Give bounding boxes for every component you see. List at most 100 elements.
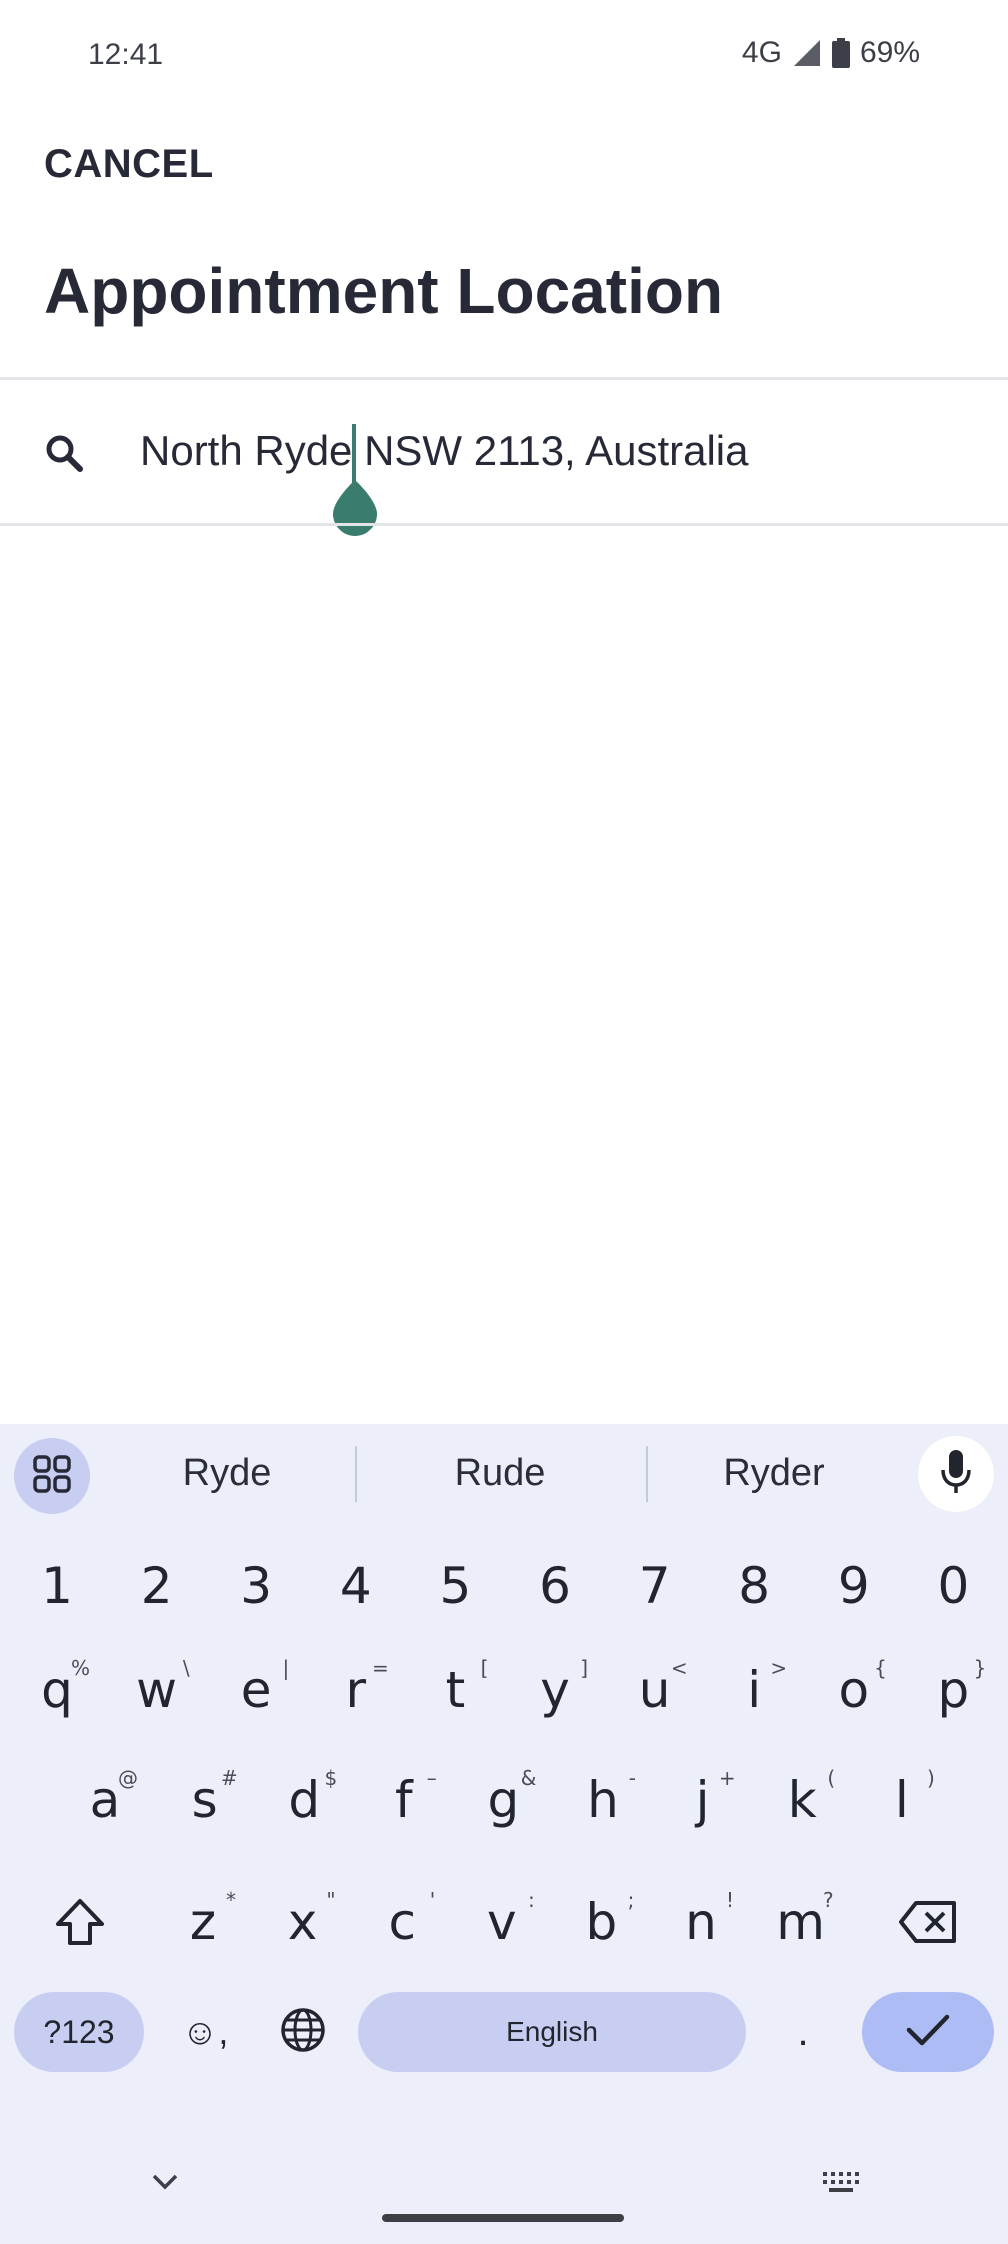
key-2[interactable]: 2 — [112, 1536, 202, 1636]
home-indicator[interactable] — [382, 2214, 624, 2222]
key-hint: $ — [324, 1766, 338, 1790]
key-label: e — [240, 1661, 272, 1719]
key-i[interactable]: i > — [709, 1640, 799, 1740]
search-bar[interactable]: North Ryde NSW 2113, Australia — [0, 381, 1008, 523]
key-a[interactable]: a @ — [60, 1750, 150, 1850]
key-d[interactable]: d $ — [259, 1750, 349, 1850]
key-h[interactable]: h- — [558, 1750, 648, 1850]
key-label: t — [445, 1661, 466, 1719]
apps-grid-button[interactable] — [14, 1438, 90, 1514]
key-hint: ! — [725, 1888, 734, 1912]
key-g[interactable]: g & — [458, 1750, 548, 1850]
key-x[interactable]: x " — [258, 1872, 348, 1972]
key-0[interactable]: 0 — [908, 1536, 998, 1636]
key-label: v — [487, 1893, 517, 1951]
key-b[interactable]: b; — [556, 1872, 646, 1972]
key-label: 4 — [339, 1557, 372, 1615]
key-p[interactable]: p} — [908, 1640, 998, 1740]
key-hint: ( — [827, 1766, 836, 1790]
key-9[interactable]: 9 — [809, 1536, 899, 1636]
symbols-key[interactable]: ?123 — [14, 1992, 144, 2072]
key-f[interactable]: f – — [359, 1750, 449, 1850]
key-hint: : — [528, 1888, 535, 1912]
key-m[interactable]: m? — [756, 1872, 846, 1972]
key-label: 6 — [539, 1557, 571, 1615]
key-label: s — [191, 1771, 218, 1829]
key-label: 8 — [738, 1557, 771, 1615]
enter-key[interactable] — [862, 1992, 994, 2072]
key-q[interactable]: q% — [12, 1640, 102, 1740]
key-8[interactable]: 8 — [709, 1536, 799, 1636]
backspace-key[interactable] — [878, 1874, 978, 1974]
suggestion-2[interactable]: Rude — [380, 1452, 620, 1495]
key-label: n — [685, 1893, 717, 1951]
keyboard-switch-button[interactable] — [816, 2164, 866, 2204]
shift-key[interactable] — [30, 1874, 130, 1974]
key-t[interactable]: t[ — [410, 1640, 500, 1740]
suggestion-1[interactable]: Ryde — [107, 1452, 347, 1495]
key-hint: % — [70, 1656, 90, 1680]
status-time: 12:41 — [88, 38, 164, 71]
cursor-handle[interactable] — [333, 480, 377, 541]
page-title: Appointment Location — [44, 255, 724, 327]
suggestion-separator — [355, 1446, 357, 1502]
key-n[interactable]: n! — [656, 1872, 746, 1972]
key-e[interactable]: e | — [211, 1640, 301, 1740]
key-label: w — [136, 1661, 178, 1719]
key-label: 5 — [439, 1557, 472, 1615]
period-key[interactable]: . — [768, 1992, 838, 2072]
grid-icon — [33, 1454, 71, 1498]
key-w[interactable]: w \ — [112, 1640, 202, 1740]
key-u[interactable]: u < — [610, 1640, 700, 1740]
key-y[interactable]: y] — [510, 1640, 600, 1740]
key-hint: ? — [822, 1888, 834, 1912]
key-7[interactable]: 7 — [610, 1536, 700, 1636]
key-r[interactable]: r = — [311, 1640, 401, 1740]
key-o[interactable]: o{ — [809, 1640, 899, 1740]
emoji-key[interactable]: ☺, — [170, 1992, 240, 2072]
search-input[interactable]: North Ryde NSW 2113, Australia — [140, 427, 749, 475]
keyboard-icon — [821, 2170, 861, 2199]
key-label: a — [89, 1771, 121, 1829]
space-key[interactable]: English — [358, 1992, 746, 2072]
shift-icon — [54, 1898, 106, 1951]
key-label: c — [388, 1893, 416, 1951]
key-k[interactable]: k( — [757, 1750, 847, 1850]
key-6[interactable]: 6 — [510, 1536, 600, 1636]
hide-keyboard-button[interactable] — [140, 2164, 190, 2204]
key-5[interactable]: 5 — [410, 1536, 500, 1636]
voice-input-button[interactable] — [918, 1436, 994, 1512]
key-s[interactable]: s # — [160, 1750, 250, 1850]
network-type: 4G — [741, 36, 782, 69]
key-label: y — [540, 1661, 570, 1719]
key-hint: # — [220, 1766, 238, 1790]
text-cursor — [352, 424, 356, 484]
microphone-icon — [941, 1449, 971, 1499]
key-j[interactable]: j + — [658, 1750, 748, 1850]
soft-keyboard: Ryde Rude Ryder 1 2 3 4 5 6 7 8 9 0 q% w \ e | r = t[y] u <… — [0, 1424, 1008, 2244]
key-4[interactable]: 4 — [311, 1536, 401, 1636]
key-label: j — [695, 1771, 710, 1829]
suggestion-separator — [646, 1446, 648, 1502]
language-key[interactable] — [268, 1992, 338, 2072]
key-hint: } — [973, 1656, 987, 1680]
key-hint: ; — [627, 1888, 635, 1912]
key-label: k — [787, 1771, 817, 1829]
divider — [0, 377, 1008, 380]
key-c[interactable]: c ' — [357, 1872, 447, 1972]
key-v[interactable]: v: — [457, 1872, 547, 1972]
search-icon — [44, 433, 84, 478]
globe-icon — [280, 2007, 326, 2058]
cancel-button[interactable]: CANCEL — [44, 142, 214, 187]
key-label: 0 — [937, 1557, 970, 1615]
status-bar: 12:41 4G 69% — [0, 0, 1008, 110]
status-indicators: 4G 69% — [742, 36, 920, 70]
key-label: r — [345, 1661, 367, 1719]
key-1[interactable]: 1 — [12, 1536, 102, 1636]
key-label: 2 — [140, 1557, 173, 1615]
key-3[interactable]: 3 — [211, 1536, 301, 1636]
checkmark-icon — [906, 2013, 950, 2052]
suggestion-3[interactable]: Ryder — [654, 1452, 894, 1495]
key-l[interactable]: l) — [857, 1750, 947, 1850]
key-z[interactable]: z * — [158, 1872, 248, 1972]
